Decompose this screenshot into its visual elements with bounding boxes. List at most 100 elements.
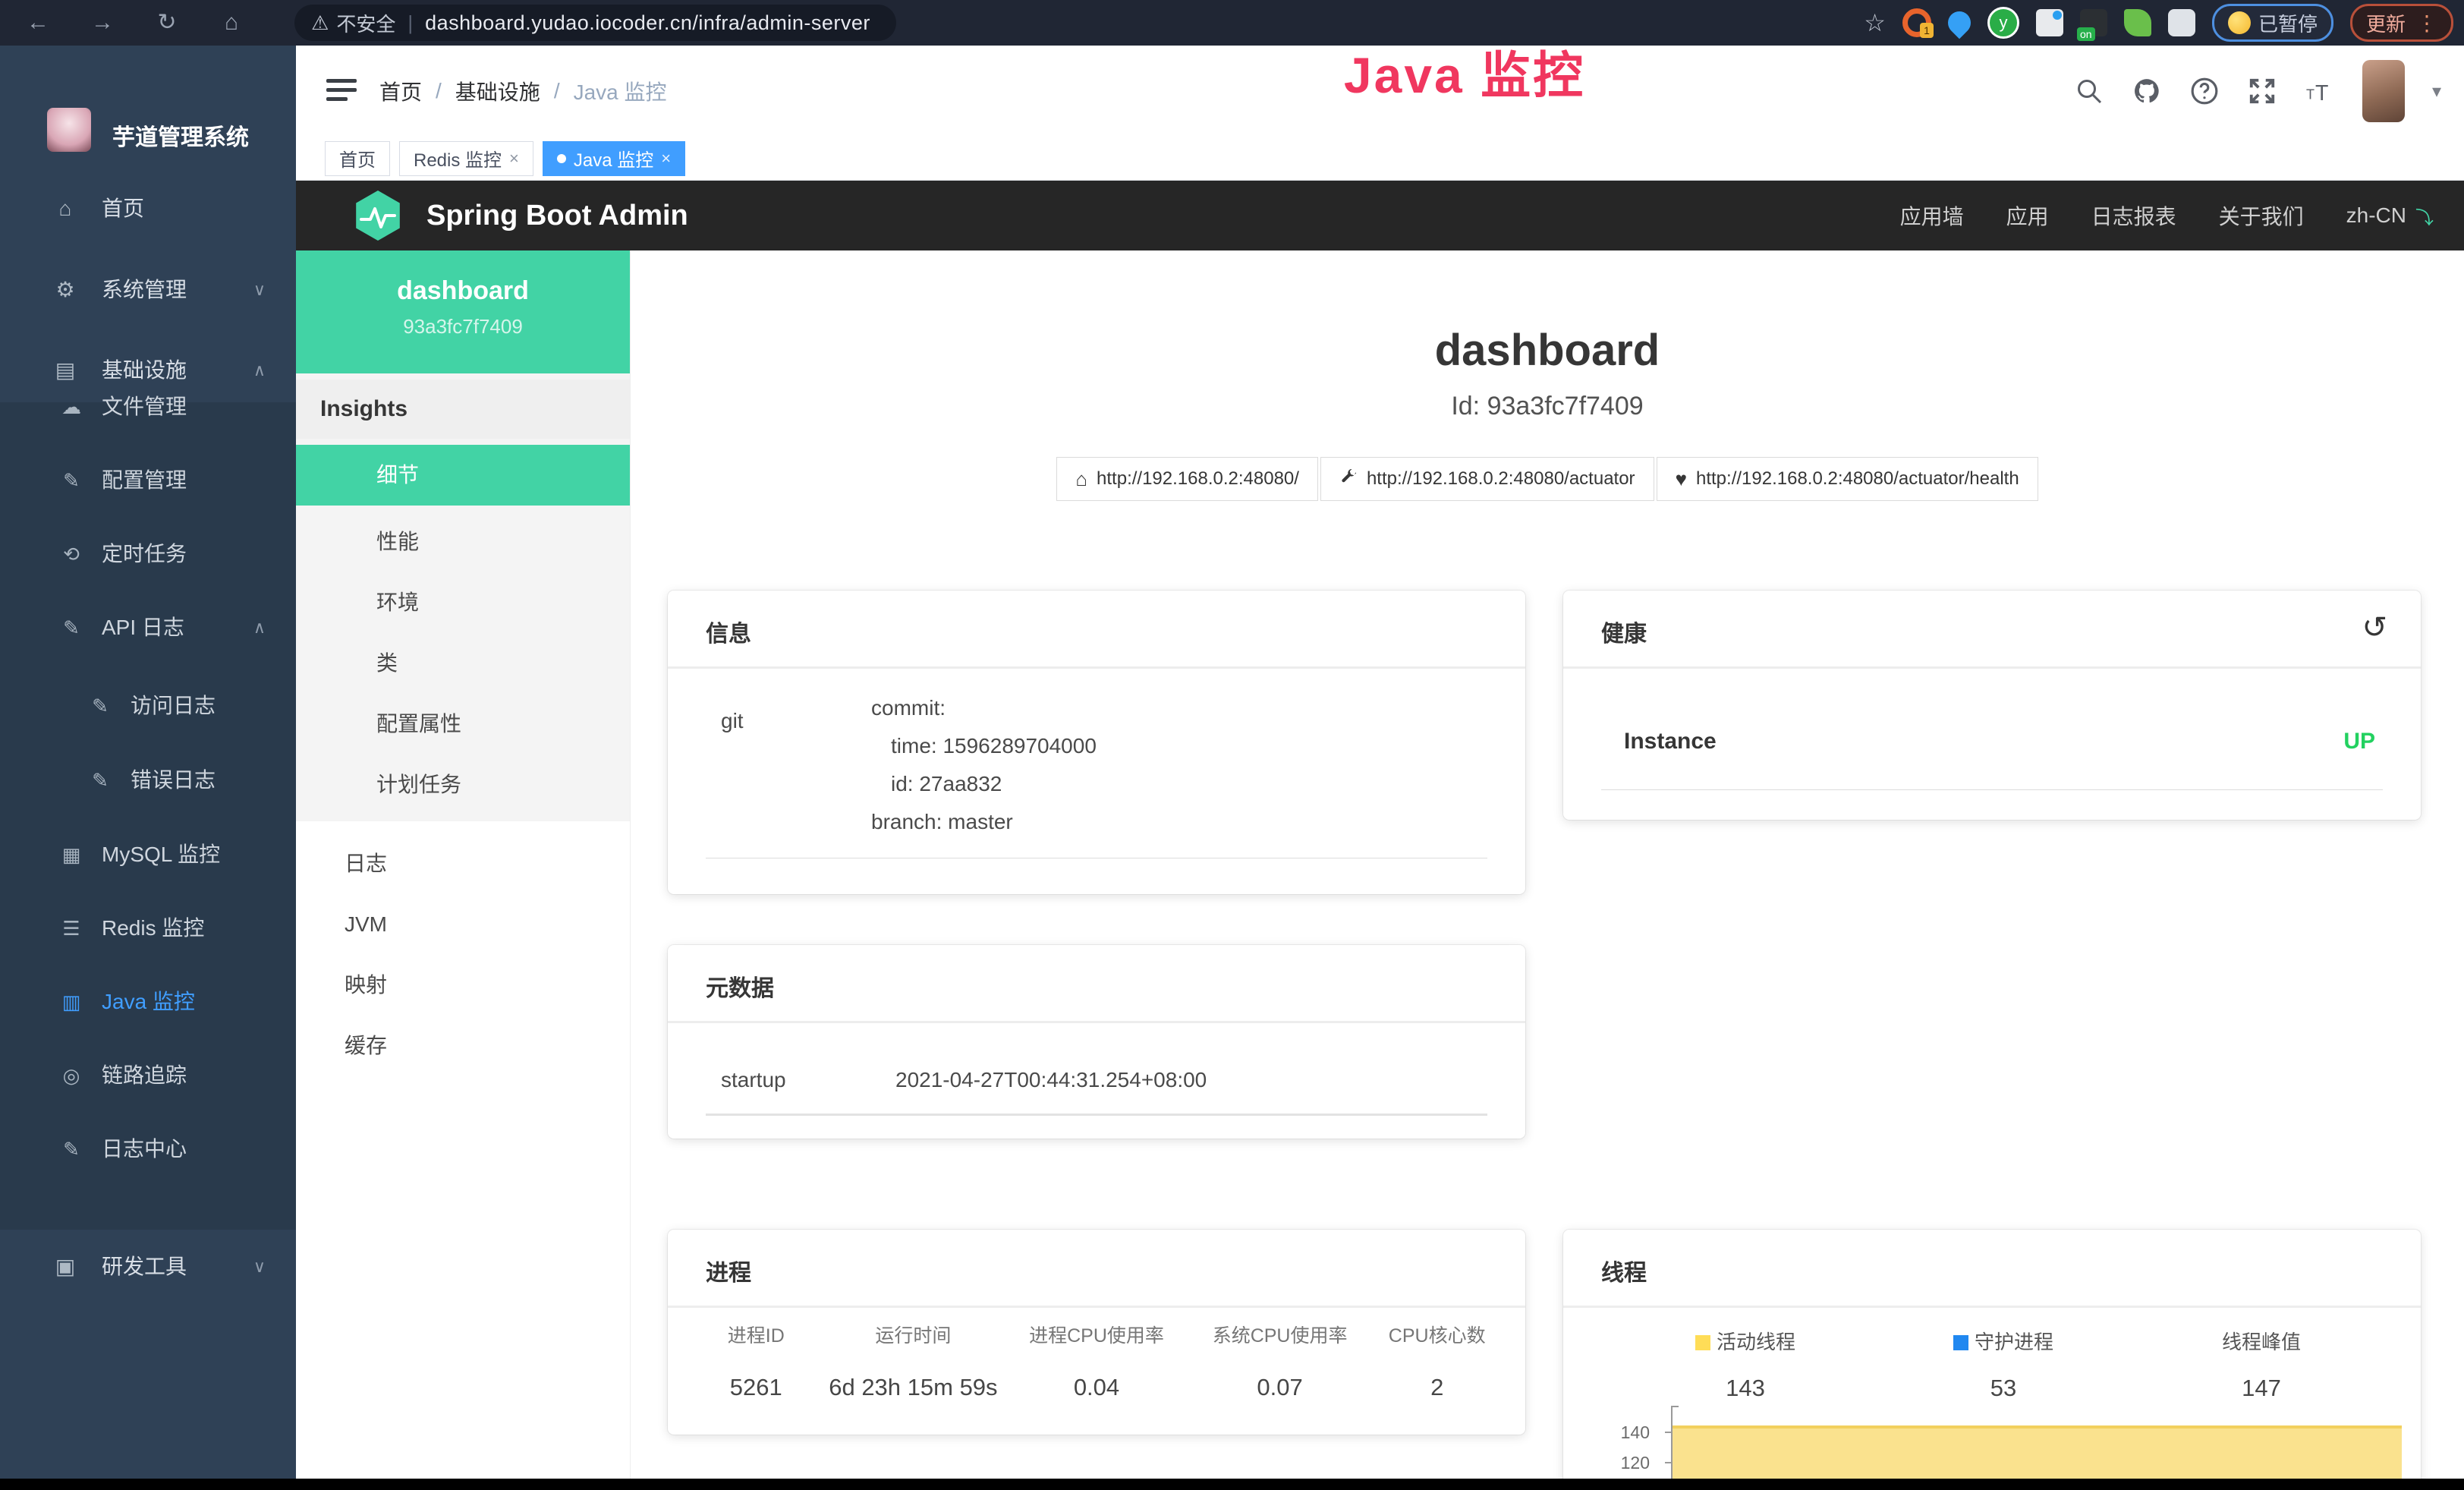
toolbox-icon: ▣ — [50, 1233, 80, 1300]
instance-id: 93a3fc7f7409 — [296, 315, 630, 339]
column-header: CPU核心数 — [1371, 1321, 1503, 1348]
sidebar-item-home[interactable]: ⌂ 首页 — [0, 175, 296, 242]
sidebar-item-label: Redis 监控 — [102, 892, 204, 965]
info-line: branch: master — [871, 803, 1097, 841]
fullscreen-icon[interactable] — [2247, 76, 2277, 106]
sidebar-item-label: 系统管理 — [102, 257, 187, 323]
extension-icon-1[interactable]: 1 — [1902, 8, 1931, 37]
sidebar-item-trace[interactable]: ◎ 链路追踪 — [0, 1039, 296, 1112]
extension-icon-2[interactable]: y — [1987, 7, 2019, 39]
sba-nav-journal[interactable]: 日志报表 — [2091, 200, 2176, 231]
legend-label: 活动线程 — [1717, 1331, 1795, 1353]
sidebar-item-logcenter[interactable]: ✎ 日志中心 — [0, 1113, 296, 1186]
paused-badge[interactable]: 已暂停 — [2212, 4, 2333, 42]
extensions-puzzle-icon[interactable] — [2168, 9, 2195, 36]
tab-home[interactable]: 首页 — [325, 141, 390, 176]
collapse-sidebar-icon[interactable] — [326, 79, 357, 103]
sidenav-item-mappings[interactable]: 映射 — [296, 955, 630, 1016]
sidebar-item-file[interactable]: ☁ 文件管理 — [0, 370, 296, 443]
instance-header[interactable]: dashboard 93a3fc7f7409 — [296, 250, 630, 373]
column-header: 进程ID — [691, 1321, 822, 1348]
sba-nav-about[interactable]: 关于我们 — [2219, 200, 2304, 231]
search-icon[interactable] — [2074, 76, 2104, 106]
sba-locale-select[interactable]: zh-CN ⤵ — [2346, 203, 2434, 229]
sidebar-item-errorlog[interactable]: ✎ 错误日志 — [0, 744, 296, 817]
sba-nav-wall[interactable]: 应用墙 — [1900, 200, 1964, 231]
history-icon[interactable]: ↺ — [2362, 610, 2387, 645]
sidenav-item-logs[interactable]: 日志 — [296, 833, 630, 894]
sidebar-item-redis[interactable]: ☰ Redis 监控 — [0, 892, 296, 965]
health-status-badge: UP — [2343, 729, 2375, 754]
browser-reload-icon[interactable]: ↻ — [144, 0, 190, 46]
column-header: 系统CPU使用率 — [1188, 1321, 1372, 1348]
health-url-chip[interactable]: ♥ http://192.168.0.2:48080/actuator/heal… — [1657, 457, 2038, 501]
browser-home-icon[interactable]: ⌂ — [209, 0, 254, 46]
browser-forward-icon[interactable]: → — [80, 0, 125, 46]
layers-icon: ☰ — [56, 892, 87, 965]
sidenav-item-caches[interactable]: 缓存 — [296, 1016, 630, 1076]
process-col-pid: 进程ID 5261 — [691, 1321, 822, 1401]
browser-menu-icon[interactable]: ⋮ — [2416, 11, 2437, 36]
sidebar-item-java[interactable]: ▥ Java 监控 — [0, 966, 296, 1038]
font-size-icon[interactable]: TT — [2305, 76, 2335, 106]
sidebar-item-label: 研发工具 — [102, 1233, 187, 1300]
sidenav-item-details[interactable]: 细节 — [296, 445, 630, 506]
cell-value: 0.04 — [1005, 1374, 1188, 1401]
sidenav-item-performance[interactable]: 性能 — [296, 512, 630, 572]
address-bar[interactable]: ⚠ 不安全 | dashboard.yudao.iocoder.cn/infra… — [294, 5, 896, 41]
page-url[interactable]: dashboard.yudao.iocoder.cn/infra/admin-s… — [425, 11, 870, 35]
sidebar-item-job[interactable]: ⟲ 定时任务 — [0, 518, 296, 591]
sidebar-item-config[interactable]: ✎ 配置管理 — [0, 444, 296, 517]
legend-live-threads: 活动线程 143 — [1616, 1327, 1874, 1402]
service-url-chip[interactable]: ⌂ http://192.168.0.2:48080/ — [1056, 457, 1318, 501]
tab-java[interactable]: Java 监控 × — [543, 141, 685, 176]
sidebar-item-label: MySQL 监控 — [102, 818, 220, 891]
github-icon[interactable] — [2132, 76, 2162, 106]
breadcrumb-infra[interactable]: 基础设施 — [455, 76, 540, 106]
sidebar-item-mysql[interactable]: ▦ MySQL 监控 — [0, 818, 296, 891]
security-warning-icon: ⚠ — [311, 11, 329, 35]
tab-close-icon[interactable]: × — [509, 149, 519, 169]
sidenav-item-scheduled[interactable]: 计划任务 — [296, 754, 630, 815]
tab-redis[interactable]: Redis 监控 × — [399, 141, 533, 176]
gear-icon: ⚙ — [50, 257, 80, 323]
emoji-face-icon — [2228, 11, 2251, 34]
sidenav-label: 环境 — [296, 572, 630, 633]
heartbeat-icon: ♥ — [1676, 468, 1687, 491]
sidenav-item-classes[interactable]: 类 — [296, 633, 630, 694]
header-actions: TT ▾ — [2074, 46, 2441, 137]
browser-back-icon[interactable]: ← — [15, 0, 61, 46]
sba-logo-icon[interactable] — [354, 191, 402, 241]
sidebar-item-system[interactable]: ⚙ 系统管理 ∨ — [0, 257, 296, 323]
sidebar-item-apilog[interactable]: ✎ API 日志 ∧ — [0, 591, 296, 664]
breadcrumb-separator: / — [436, 79, 442, 103]
sidebar-item-accesslog[interactable]: ✎ 访问日志 — [0, 669, 296, 742]
extension-switch-icon[interactable]: on — [2080, 9, 2107, 36]
tab-close-icon[interactable]: × — [661, 149, 671, 169]
sidebar-item-label: 访问日志 — [131, 669, 216, 742]
sidebar-item-tools[interactable]: ▣ 研发工具 ∨ — [0, 1233, 296, 1300]
help-icon[interactable] — [2189, 76, 2220, 106]
address-divider: | — [408, 11, 413, 35]
actuator-url-chip[interactable]: http://192.168.0.2:48080/actuator — [1320, 457, 1654, 501]
user-menu-caret-icon[interactable]: ▾ — [2432, 80, 2441, 102]
info-card: 信息 git commit: time: 1596289704000 id: 2… — [668, 591, 1525, 894]
column-header: 进程CPU使用率 — [1005, 1321, 1188, 1348]
sidenav-item-jvm[interactable]: JVM — [296, 894, 630, 955]
sidebar-item-label: 链路追踪 — [102, 1039, 187, 1112]
legend-label: 线程峰值 — [2222, 1331, 2301, 1353]
user-avatar[interactable] — [2362, 60, 2405, 122]
legend-value: 143 — [1616, 1375, 1874, 1402]
extension-pin-icon[interactable] — [1943, 7, 1975, 39]
sba-nav-applications[interactable]: 应用 — [2006, 200, 2049, 231]
sidebar-item-label: 文件管理 — [102, 370, 187, 443]
update-button[interactable]: 更新 ⋮ — [2350, 4, 2453, 42]
extension-leaf-icon[interactable] — [2124, 9, 2151, 36]
sba-brand[interactable]: Spring Boot Admin — [426, 181, 688, 250]
sidenav-item-env[interactable]: 环境 — [296, 572, 630, 633]
tab-label: 首页 — [339, 145, 376, 172]
bookmark-star-icon[interactable]: ☆ — [1864, 8, 1886, 37]
breadcrumb-home[interactable]: 首页 — [379, 76, 422, 106]
extension-grid-icon[interactable] — [2036, 9, 2063, 36]
sidenav-item-configprops[interactable]: 配置属性 — [296, 694, 630, 754]
